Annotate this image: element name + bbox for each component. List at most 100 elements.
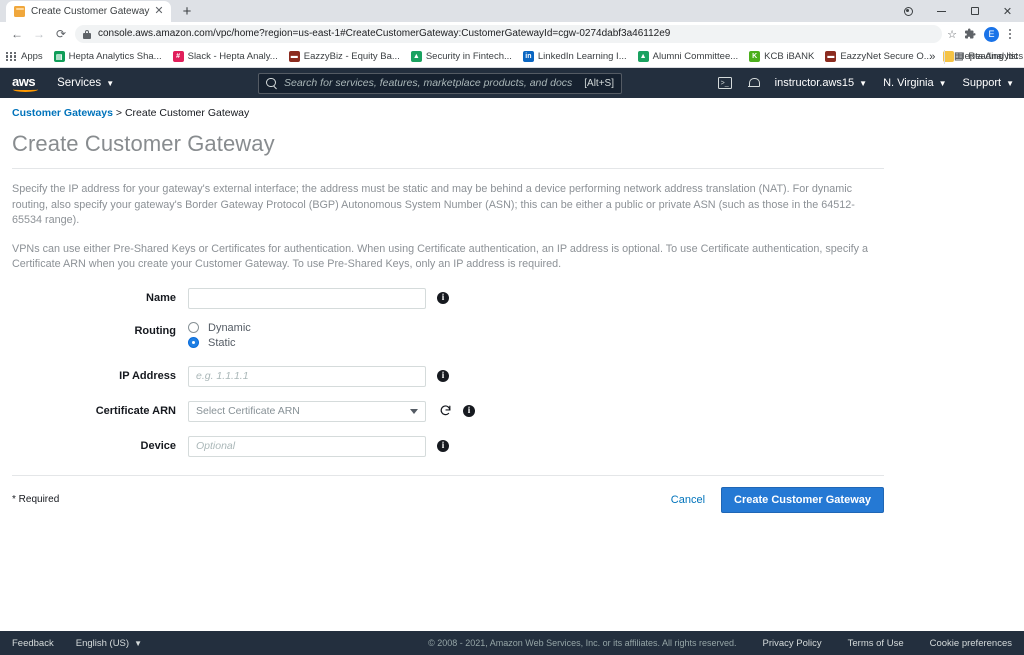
cloudshell-icon[interactable]: >_ <box>717 77 732 89</box>
chevron-down-icon: ▼ <box>134 638 142 648</box>
certificate-arn-select[interactable]: Select Certificate ARN <box>188 400 426 422</box>
routing-label: Routing <box>134 324 176 337</box>
support-menu[interactable]: Support ▼ <box>963 77 1014 89</box>
form-row-ip-address: IP Address i <box>6 365 1024 387</box>
bookmark-eazzybiz[interactable]: ▬ EazzyBiz - Equity Ba... <box>288 51 400 62</box>
radio-static[interactable] <box>188 337 199 348</box>
aws-footer: Feedback English (US) ▼ © 2008 - 2021, A… <box>0 631 1024 655</box>
footer-left: Feedback English (US) ▼ <box>12 638 142 649</box>
reading-list-label[interactable]: Reading list <box>968 51 1018 62</box>
aws-search-box[interactable]: Search for services, features, marketpla… <box>258 72 622 94</box>
terms-of-use-link[interactable]: Terms of Use <box>848 638 904 649</box>
certificate-arn-label: Certificate ARN <box>95 404 176 417</box>
breadcrumb: Customer Gateways > Create Customer Gate… <box>6 98 1024 119</box>
action-buttons: Cancel Create Customer Gateway <box>665 486 884 513</box>
page-content: Customer Gateways > Create Customer Gate… <box>0 98 1024 627</box>
certificate-arn-value: Select Certificate ARN <box>196 405 300 417</box>
create-customer-gateway-button[interactable]: Create Customer Gateway <box>721 486 884 513</box>
privacy-policy-link[interactable]: Privacy Policy <box>763 638 822 649</box>
close-window-button[interactable]: ✕ <box>991 0 1024 22</box>
browser-menu-icon[interactable] <box>1002 29 1018 39</box>
device-input[interactable] <box>188 435 426 457</box>
footer-right: © 2008 - 2021, Amazon Web Services, Inc.… <box>428 638 1012 649</box>
back-icon[interactable]: ← <box>6 23 28 45</box>
language-label: English (US) <box>75 637 130 649</box>
language-selector[interactable]: English (US) ▼ <box>76 638 142 649</box>
account-label: instructor.aws15 <box>774 77 855 89</box>
new-tab-button[interactable]: + <box>175 1 199 22</box>
extensions-puzzle-icon[interactable] <box>959 23 981 45</box>
reload-icon[interactable]: ⟳ <box>50 23 72 45</box>
bookmark-eazzynet[interactable]: ▬ EazzyNet Secure O... <box>825 51 932 62</box>
bookmark-hepta-analytics-sheets[interactable]: ▤ Hepta Analytics Sha... <box>53 51 162 62</box>
account-menu[interactable]: instructor.aws15 ▼ <box>775 77 867 89</box>
radio-label: Static <box>208 336 236 349</box>
bookmark-kcb-ibank[interactable]: K KCB iBANK <box>749 51 814 62</box>
radio-option-static[interactable]: Static <box>188 337 251 349</box>
search-icon <box>266 77 277 89</box>
browser-navigation-bar: ← → ⟳ console.aws.amazon.com/vpc/home?re… <box>0 22 1024 46</box>
bookmark-star-icon[interactable]: ☆ <box>947 28 957 41</box>
breadcrumb-customer-gateways[interactable]: Customer Gateways <box>12 107 113 119</box>
notifications-bell-icon[interactable] <box>747 77 760 89</box>
tab-title: Create Customer Gateway | VPC <box>31 6 152 17</box>
cookie-preferences-link[interactable]: Cookie preferences <box>930 638 1012 649</box>
maximize-button[interactable] <box>958 0 991 22</box>
routing-radio-group: Dynamic Static <box>188 321 251 352</box>
divider <box>944 49 946 64</box>
bookmark-label: EazzyBiz - Equity Ba... <box>303 51 400 62</box>
form-row-routing: Routing Dynamic Static <box>6 321 1024 352</box>
window-controls: ✕ <box>892 0 1024 22</box>
radio-dynamic[interactable] <box>188 322 199 333</box>
required-note: * Required <box>12 494 60 506</box>
bookmark-label: LinkedIn Learning I... <box>537 51 627 62</box>
info-icon[interactable]: i <box>437 291 449 304</box>
refresh-icon[interactable] <box>439 404 452 417</box>
region-menu[interactable]: N. Virginia ▼ <box>883 77 946 89</box>
aws-top-navigation: aws Services ▼ Search for services, feat… <box>0 68 1024 98</box>
bookmark-label: Hepta Analytics Sha... <box>68 51 162 62</box>
aws-logo[interactable]: aws <box>12 75 38 92</box>
profile-avatar[interactable]: E <box>984 26 999 42</box>
description-paragraph-2: VPNs can use either Pre-Shared Keys or C… <box>12 242 869 271</box>
drive-icon: ▲ <box>637 51 649 62</box>
info-icon[interactable]: i <box>437 439 449 452</box>
slack-icon: # <box>172 51 184 62</box>
feedback-link[interactable]: Feedback <box>12 638 54 649</box>
kcb-icon: K <box>749 51 761 62</box>
close-icon[interactable]: ✕ <box>152 5 166 19</box>
window-options-icon[interactable] <box>892 0 925 22</box>
copyright-text: © 2008 - 2021, Amazon Web Services, Inc.… <box>428 638 737 648</box>
form-row-device: Device i <box>6 435 1024 457</box>
region-label: N. Virginia <box>883 77 934 89</box>
bookmark-alumni-committee[interactable]: ▲ Alumni Committee... <box>637 51 738 62</box>
minimize-button[interactable] <box>925 0 958 22</box>
apps-grid-icon <box>6 51 17 62</box>
bookmarks-bar: Apps ▤ Hepta Analytics Sha... # Slack - … <box>0 46 1024 68</box>
bookmark-label: KCB iBANK <box>764 51 815 62</box>
bank-icon: ▬ <box>825 51 837 62</box>
info-icon[interactable]: i <box>463 404 475 417</box>
bookmark-security-in-fintech[interactable]: ▲ Security in Fintech... <box>410 51 512 62</box>
browser-window: Create Customer Gateway | VPC ✕ + ✕ ← → … <box>0 0 1024 655</box>
omnibox-actions: ☆ E <box>947 23 1018 45</box>
browser-tab[interactable]: Create Customer Gateway | VPC ✕ <box>6 1 171 22</box>
radio-option-dynamic[interactable]: Dynamic <box>188 322 251 334</box>
url-text: console.aws.amazon.com/vpc/home?region=u… <box>98 28 671 39</box>
drive-icon: ▲ <box>410 51 422 62</box>
info-icon[interactable]: i <box>437 369 449 382</box>
bookmark-label: Apps <box>21 51 43 62</box>
services-menu[interactable]: Services ▼ <box>57 77 114 89</box>
name-input[interactable] <box>188 287 426 309</box>
bookmark-slack[interactable]: # Slack - Hepta Analy... <box>172 51 278 62</box>
services-label: Services <box>57 77 102 89</box>
address-bar[interactable]: console.aws.amazon.com/vpc/home?region=u… <box>75 25 943 43</box>
ip-address-input[interactable] <box>188 365 426 387</box>
cancel-button[interactable]: Cancel <box>665 490 711 510</box>
bookmarks-overflow-icon[interactable]: » <box>929 51 935 63</box>
forward-icon[interactable]: → <box>28 23 50 45</box>
bookmark-linkedin-learning[interactable]: in LinkedIn Learning I... <box>522 51 627 62</box>
chevron-down-icon <box>410 408 418 414</box>
breadcrumb-separator: > <box>115 107 123 119</box>
bookmark-apps[interactable]: Apps <box>6 51 43 62</box>
